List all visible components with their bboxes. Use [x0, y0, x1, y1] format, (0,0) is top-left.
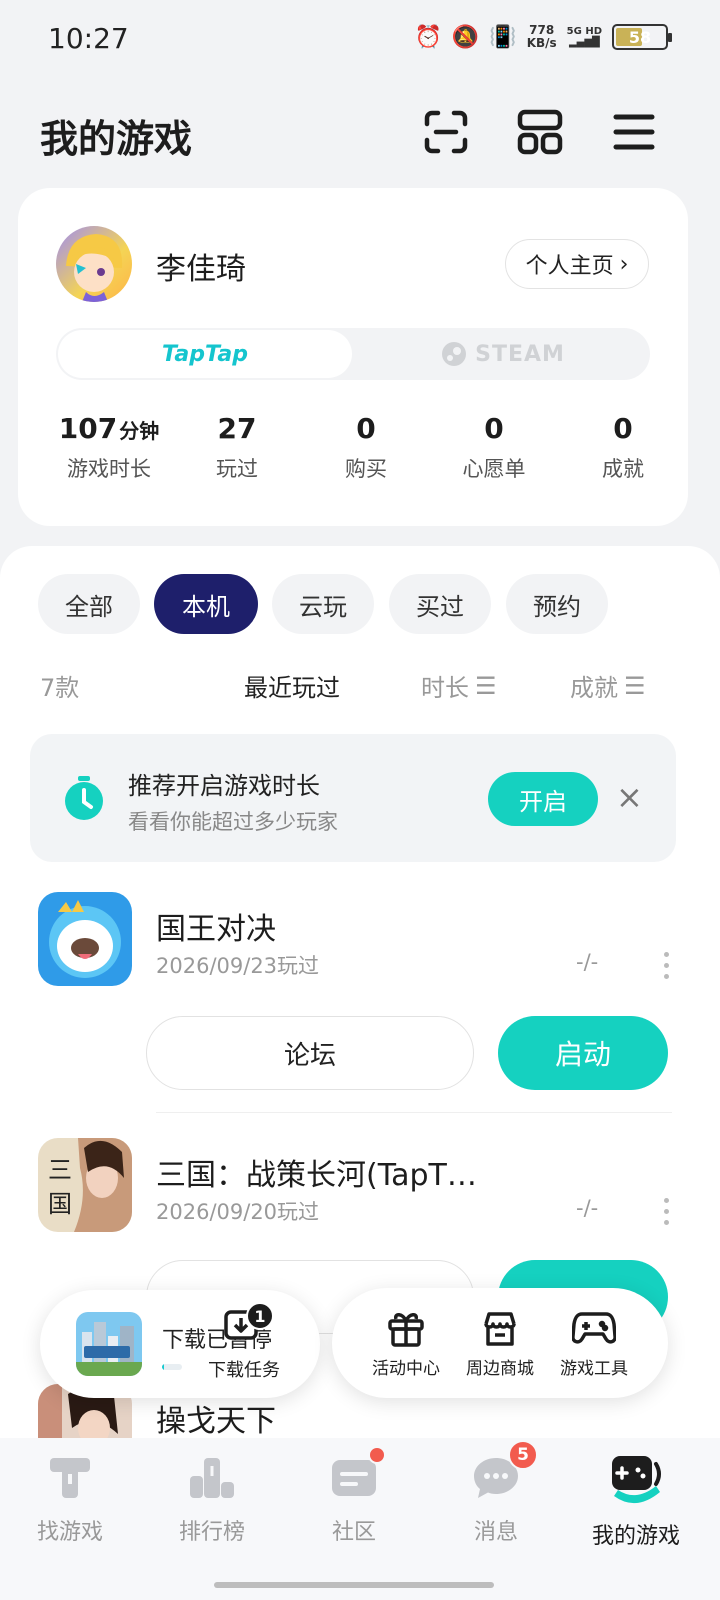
profile-home-button[interactable]: 个人主页 ›: [505, 239, 649, 289]
stat-wishlist[interactable]: 0 心愿单: [429, 412, 559, 483]
battery-icon: 58: [612, 24, 672, 50]
divider: [156, 1112, 672, 1113]
playtime-banner: 推荐开启游戏时长 看看你能超过多少玩家 开启 ×: [30, 734, 676, 862]
notification-dot: [368, 1446, 386, 1464]
game-count: 7款: [40, 674, 80, 702]
nav-my-games[interactable]: 我的游戏: [576, 1452, 696, 1550]
chip-all[interactable]: 全部: [38, 574, 140, 634]
grid-icon[interactable]: [514, 106, 566, 158]
download-task-label: 下载任务: [208, 1360, 280, 1381]
tab-taptap[interactable]: TapTap: [58, 330, 352, 378]
enable-playtime-button[interactable]: 开启: [488, 772, 598, 826]
page-title: 我的游戏: [40, 117, 193, 161]
more-options-icon[interactable]: [660, 952, 672, 979]
scan-icon[interactable]: [420, 106, 472, 158]
game-title: 国王对决: [156, 912, 276, 947]
sort-icon: ☰: [624, 671, 646, 700]
nav-community[interactable]: 社区: [294, 1446, 414, 1546]
find-games-icon: [50, 1458, 90, 1498]
nav-messages[interactable]: 5 消息: [436, 1440, 556, 1546]
chevron-right-icon: ›: [619, 251, 629, 277]
stat-played[interactable]: 27 玩过: [172, 412, 302, 483]
merch-store-button[interactable]: 周边商城: [452, 1308, 548, 1379]
game-title: 三国：战策长河(TapT…: [156, 1158, 477, 1193]
game-tools-button[interactable]: 游戏工具: [546, 1308, 642, 1379]
more-options-icon[interactable]: [660, 1198, 672, 1225]
game-last-played: 2026/09/20玩过: [156, 1200, 320, 1224]
status-icons: ⏰ 🔕 📳 778 KB/s 5G HD ▂▄▆█ 58: [414, 23, 672, 50]
download-bar[interactable]: 下载已暂停 1 下载任务: [40, 1290, 320, 1398]
activity-center-button[interactable]: 活动中心: [358, 1308, 454, 1379]
game-duration: -/-: [576, 950, 599, 974]
banner-title: 推荐开启游戏时长: [128, 772, 320, 800]
stat-achievements[interactable]: 0 成就: [558, 412, 688, 483]
stopwatch-icon: [60, 774, 108, 822]
stat-play-time[interactable]: 107 分钟 游戏时长: [44, 412, 174, 483]
game-title: 操戈天下: [156, 1404, 276, 1439]
nav-ranking[interactable]: 排行榜: [152, 1452, 272, 1546]
sort-icon: ☰: [475, 671, 497, 700]
signal-icon: 5G HD ▂▄▆█: [566, 26, 602, 48]
user-name: 李佳琦: [156, 252, 246, 287]
chip-local[interactable]: 本机: [154, 574, 258, 634]
platform-switch: TapTap STEAM: [56, 328, 650, 380]
status-time: 10:27: [48, 22, 129, 55]
forum-button[interactable]: 论坛: [146, 1016, 474, 1090]
sort-duration[interactable]: 时长 ☰: [421, 668, 497, 703]
my-games-icon: [612, 1456, 661, 1504]
svg-text:三: 三: [48, 1156, 72, 1184]
ranking-icon: [190, 1458, 234, 1498]
stat-purchased[interactable]: 0 购买: [301, 412, 431, 483]
game-icon-sanguo[interactable]: 三 国: [38, 1138, 132, 1232]
bottom-nav: 找游戏 排行榜 社区 5 消息 我的游戏: [0, 1438, 720, 1600]
sort-recent[interactable]: 最近玩过: [244, 668, 340, 703]
chip-cloud[interactable]: 云玩: [272, 574, 374, 634]
download-game-thumbnail: [76, 1312, 142, 1376]
message-count-badge: 5: [508, 1440, 538, 1470]
shop-icon: [484, 1312, 516, 1346]
vibrate-icon: 📳: [489, 24, 517, 50]
download-progress: [162, 1364, 182, 1370]
game-duration: -/-: [576, 1196, 599, 1220]
game-last-played: 2026/09/23玩过: [156, 954, 320, 978]
mute-icon: 🔕: [451, 24, 480, 50]
profile-card: 李佳琦 个人主页 › TapTap STEAM 107 分钟 游戏时长 27 玩过…: [18, 188, 688, 526]
steam-icon: [442, 342, 467, 366]
nav-find-games[interactable]: 找游戏: [10, 1452, 130, 1546]
close-icon[interactable]: ×: [616, 778, 643, 816]
download-progress-fill: [162, 1364, 164, 1370]
chip-bought[interactable]: 买过: [389, 574, 491, 634]
banner-subtitle: 看看你能超过多少玩家: [128, 810, 338, 834]
home-indicator: [214, 1582, 494, 1588]
sort-achievements[interactable]: 成就 ☰: [570, 668, 646, 703]
menu-icon[interactable]: [608, 106, 660, 158]
alarm-icon: ⏰: [414, 24, 442, 50]
launch-button[interactable]: 启动: [498, 1016, 668, 1090]
net-speed: 778 KB/s: [526, 23, 557, 50]
download-count-badge: 1: [246, 1302, 274, 1330]
tab-steam[interactable]: STEAM: [356, 328, 650, 380]
svg-text:国: 国: [48, 1190, 72, 1218]
status-bar: 10:27 ⏰ 🔕 📳 778 KB/s 5G HD ▂▄▆█ 58: [0, 0, 720, 80]
game-icon-kings[interactable]: [38, 892, 132, 986]
tools-bar: 活动中心 周边商城 游戏工具: [332, 1288, 668, 1398]
gift-icon: [388, 1313, 424, 1347]
chip-reserved[interactable]: 预约: [506, 574, 608, 634]
avatar[interactable]: [56, 226, 132, 302]
gamepad-icon: [572, 1312, 616, 1344]
